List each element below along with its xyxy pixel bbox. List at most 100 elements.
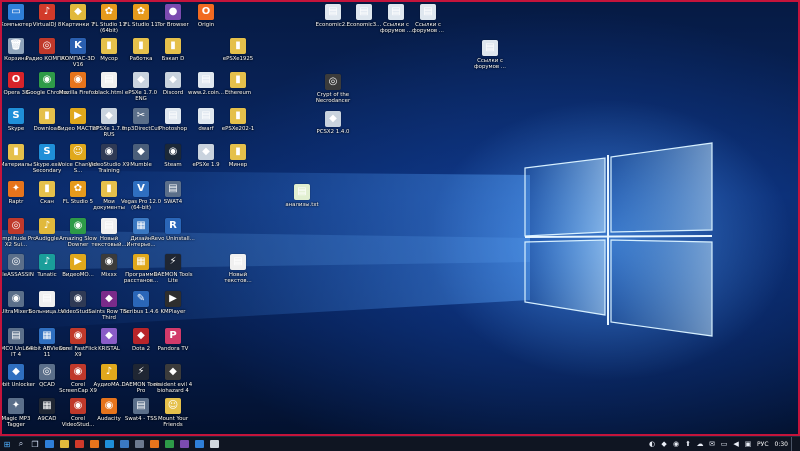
slowdowner-icon: ◉ bbox=[70, 218, 86, 234]
show-desktop-button[interactable] bbox=[791, 437, 796, 451]
kompas-icon: K bbox=[70, 38, 86, 54]
tray-icon[interactable]: ☁ bbox=[695, 439, 705, 449]
task-view-icon: ❐ bbox=[31, 439, 39, 449]
desktop-icon-label: Ethereum bbox=[224, 90, 252, 96]
system-tray: ◐ ◆ ◉ ⬆ ☁ ✉ ▭ ◀ ▣ РУС 0:30 bbox=[646, 437, 800, 451]
firefox-icon: ◉ bbox=[70, 72, 86, 88]
tray-icon[interactable]: ▭ bbox=[719, 439, 729, 449]
desktop-icon[interactable]: ▮ ePSXe202-1 bbox=[219, 108, 257, 132]
task-view-button[interactable]: ❐ bbox=[28, 437, 42, 451]
taskbar-app-edge[interactable] bbox=[42, 437, 57, 451]
explorer-icon bbox=[60, 440, 69, 448]
taskbar-app-app-purple[interactable] bbox=[177, 437, 192, 451]
folder-icon: ▮ bbox=[230, 38, 246, 54]
search-button[interactable]: ⌕ bbox=[14, 437, 28, 451]
raptr-icon: ✦ bbox=[8, 181, 24, 197]
mixxx-icon: ◉ bbox=[101, 254, 117, 270]
taskbar-app-chrome[interactable] bbox=[162, 437, 177, 451]
dota-icon: ◆ bbox=[133, 328, 149, 344]
skype-icon: S bbox=[8, 108, 24, 124]
desktop-icon-label: Минер bbox=[228, 162, 248, 168]
desktop-icon-label: Ссылки с форумов ... bbox=[412, 22, 444, 35]
desktop-icon[interactable]: ☺ Mount Your Friends bbox=[154, 398, 192, 429]
app-red-icon bbox=[75, 440, 84, 448]
file-icon: ▤ bbox=[356, 4, 372, 20]
desktop-icon-label: анализы.txt bbox=[285, 202, 319, 208]
desktop-icon[interactable]: ▮ Бэкап D bbox=[154, 38, 192, 62]
clock[interactable]: 0:30 bbox=[775, 441, 788, 448]
desktop-icon[interactable]: ▤ анализы.txt bbox=[283, 184, 321, 208]
taskbar-app-app-red[interactable] bbox=[72, 437, 87, 451]
desktop-icon-label: Бэкап D bbox=[161, 56, 185, 62]
chrome-icon bbox=[165, 440, 174, 448]
chrome-icon: ◉ bbox=[39, 72, 55, 88]
desktop-icon[interactable]: ▤ Ссылки с форумов ... bbox=[409, 4, 447, 35]
text-file-icon: ▤ bbox=[294, 184, 310, 200]
folder-icon: ▮ bbox=[165, 38, 181, 54]
desktop-icon-label: ePSXe1925 bbox=[222, 56, 254, 62]
desktop-icon[interactable]: ⚡ DAEMON Tools Lite bbox=[153, 254, 193, 285]
firefox-icon bbox=[90, 440, 99, 448]
program-icon: ▦ bbox=[133, 254, 149, 270]
app-purple-icon bbox=[180, 440, 189, 448]
start-button[interactable]: ⊞ bbox=[0, 437, 14, 451]
emco-icon: ▤ bbox=[8, 328, 24, 344]
tray-icon[interactable]: ⬆ bbox=[683, 439, 693, 449]
gamepad-icon: ◆ bbox=[165, 72, 181, 88]
qcad-icon: ◎ bbox=[39, 364, 55, 380]
folder-icon: ▮ bbox=[101, 38, 117, 54]
tunatic-icon: ♪ bbox=[39, 254, 55, 270]
desktop-icon[interactable]: ▤ Ссылки с форумов ... bbox=[471, 40, 509, 71]
desktop-icon[interactable]: ▮ Минер bbox=[219, 144, 257, 168]
desktop-icon[interactable]: P Pandora TV bbox=[154, 328, 192, 352]
folder-icon: ▮ bbox=[101, 181, 117, 197]
taskbar-app-app-blue-2[interactable] bbox=[192, 437, 207, 451]
tray-icon[interactable]: ◐ bbox=[647, 439, 657, 449]
app-blue-icon bbox=[120, 440, 129, 448]
taskbar-app-app-orange[interactable] bbox=[147, 437, 162, 451]
file-icon: ▤ bbox=[420, 4, 436, 20]
taskbar-app-app-white[interactable] bbox=[207, 437, 222, 451]
desktop-icon[interactable]: O Origin bbox=[187, 4, 225, 28]
desktop-icon[interactable]: ▮ ePSXe1925 bbox=[219, 38, 257, 62]
desktop-icon[interactable]: ◆ PCSX2 1.4.0 bbox=[314, 111, 352, 135]
file-icon: ▤ bbox=[482, 40, 498, 56]
tray-icon[interactable]: ◀ bbox=[731, 439, 741, 449]
html-file-icon: ▤ bbox=[101, 72, 117, 88]
recycle-bin-icon: 🗑 bbox=[8, 38, 24, 54]
edge-icon bbox=[45, 440, 54, 448]
videostudio-icon: ◉ bbox=[70, 291, 86, 307]
desktop-icon[interactable]: ◆ resident evil 4 biohazard 4 bbox=[154, 364, 192, 395]
desktop[interactable]: ▭ Компьютер ♪ VirtualDJ 8 ◆ Картинки 7 ✿ FL Stu… bbox=[0, 0, 800, 436]
computer-icon: ▭ bbox=[8, 4, 24, 20]
file-icon: ▤ bbox=[165, 108, 181, 124]
tray-icon[interactable]: ▣ bbox=[743, 439, 753, 449]
desktop-icon[interactable]: ▤ SWAT4 bbox=[154, 181, 192, 205]
fl-studio-icon: ✿ bbox=[133, 4, 149, 20]
swat-icon: ▤ bbox=[165, 181, 181, 197]
taskbar-app-app-blue[interactable] bbox=[117, 437, 132, 451]
app-blue-2-icon bbox=[195, 440, 204, 448]
file-icon: ▤ bbox=[388, 4, 404, 20]
desktop-icon[interactable]: ◎ Crypt of the Necrodancer bbox=[314, 74, 352, 105]
desktop-icon[interactable]: R Revo Uninstall... bbox=[151, 218, 195, 242]
file-icon: ▤ bbox=[198, 108, 214, 124]
desktop-icon[interactable]: ▮ Ethereum bbox=[219, 72, 257, 96]
desktop-icon[interactable]: ▶ KMPlayer bbox=[154, 291, 192, 315]
file-icon: ▤ bbox=[198, 72, 214, 88]
taskbar-app-app-grey[interactable] bbox=[132, 437, 147, 451]
desktop-icon-label: Revo Uninstall... bbox=[151, 236, 195, 242]
desktop-icon[interactable]: ▤ Новый текстов... bbox=[219, 254, 257, 285]
mumble-icon: ◆ bbox=[133, 144, 149, 160]
tray-icon[interactable]: ◉ bbox=[671, 439, 681, 449]
taskbar-app-explorer[interactable] bbox=[57, 437, 72, 451]
folder-icon: ◆ bbox=[70, 4, 86, 20]
language-indicator[interactable]: РУС bbox=[757, 441, 768, 448]
pandora-icon: P bbox=[165, 328, 181, 344]
taskbar-app-skype[interactable] bbox=[102, 437, 117, 451]
gamepad-icon: ◆ bbox=[133, 72, 149, 88]
taskbar-app-firefox[interactable] bbox=[87, 437, 102, 451]
gamepad-icon: ◆ bbox=[101, 108, 117, 124]
tray-icon[interactable]: ◆ bbox=[659, 439, 669, 449]
tray-icon[interactable]: ✉ bbox=[707, 439, 717, 449]
